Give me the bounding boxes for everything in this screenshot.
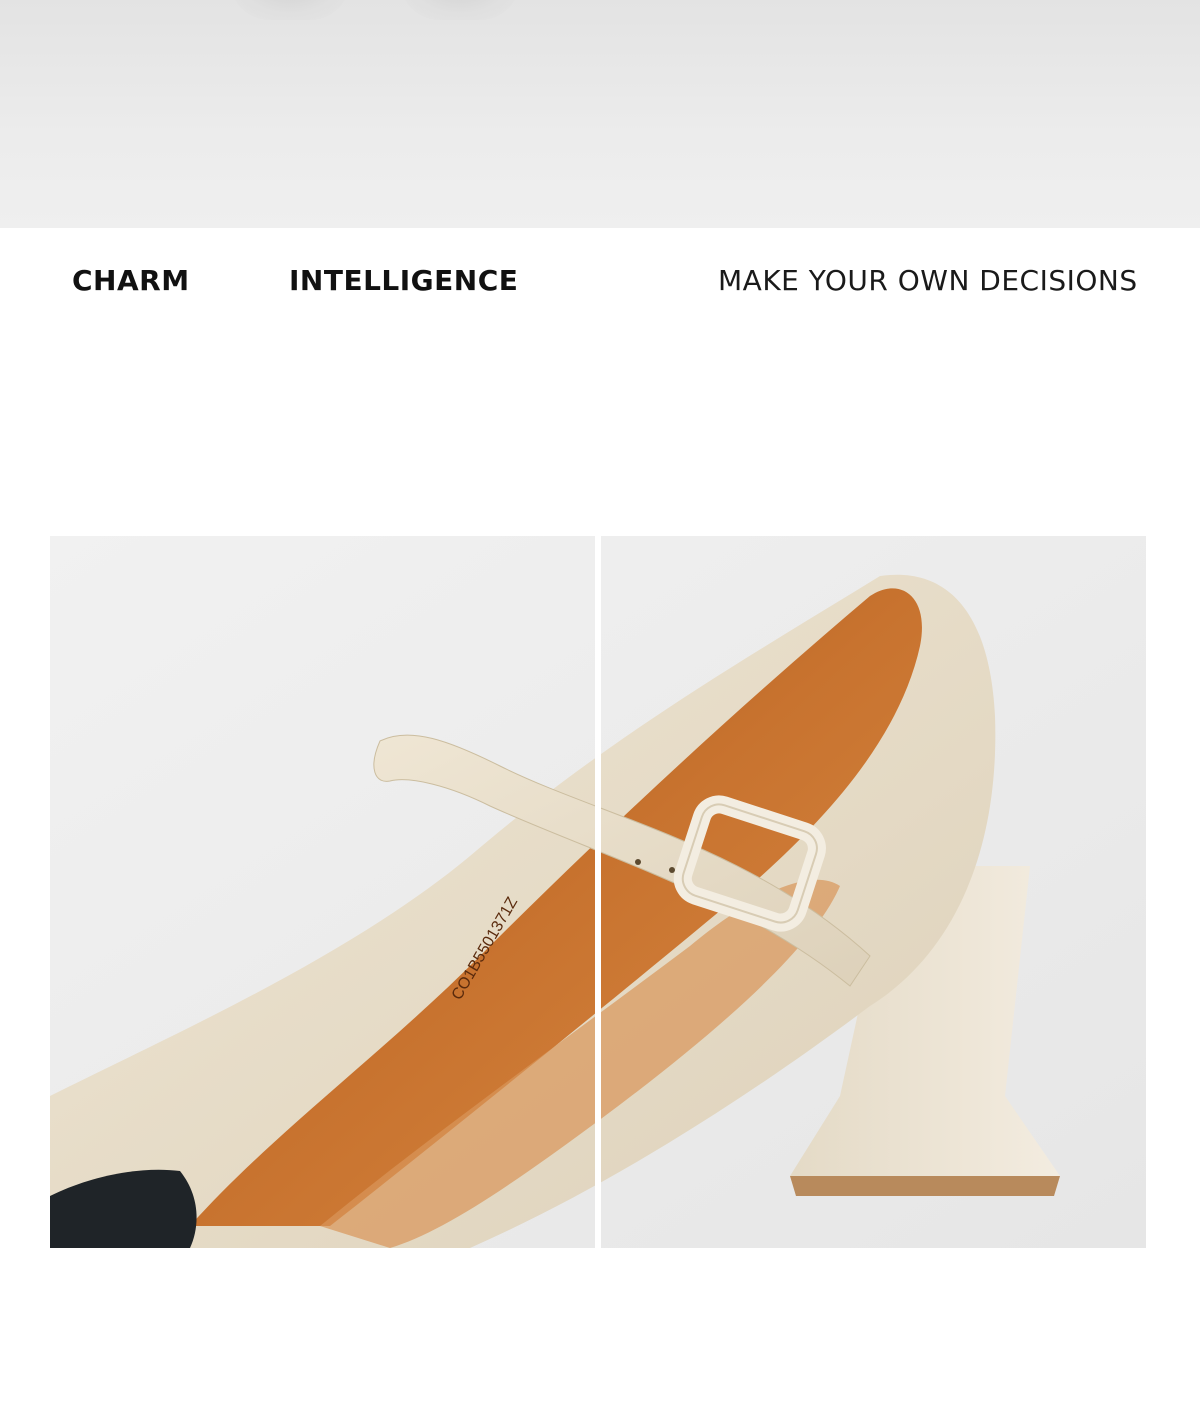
- shoe-sole-shadow-left: [230, 0, 350, 20]
- tagline-decisions: MAKE YOUR OWN DECISIONS: [718, 264, 1138, 297]
- photo-split-divider: [595, 536, 601, 1248]
- shoe-sole-shadow-right: [400, 0, 520, 20]
- tagline-charm: CHARM: [72, 264, 190, 297]
- heel-sole-edge: [790, 1176, 1060, 1196]
- tagline-row: CHARM INTELLIGENCE MAKE YOUR OWN DECISIO…: [0, 228, 1200, 338]
- tagline-intelligence: INTELLIGENCE: [289, 264, 519, 297]
- top-product-photo: [0, 0, 1200, 228]
- shoe-detail-photo: CO1B5501371Z: [50, 536, 1146, 1248]
- strap-hole-1: [635, 859, 641, 865]
- strap-hole-2: [669, 867, 675, 873]
